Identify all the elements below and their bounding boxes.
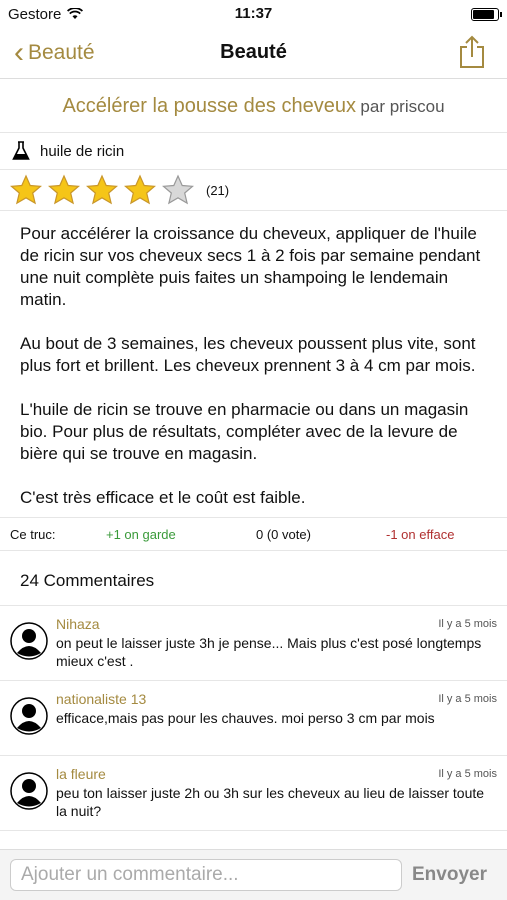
avatar-icon — [10, 622, 48, 660]
comment-time: Il y a 5 mois — [438, 618, 497, 630]
star-filled-icon[interactable] — [10, 174, 42, 206]
tip-body: Pour accélérer la croissance du cheveux,… — [0, 211, 507, 517]
status-bar: Gestore 11:37 — [0, 0, 507, 28]
tip-paragraph: C'est très efficace et le coût est faibl… — [20, 488, 306, 507]
star-rating[interactable] — [10, 174, 200, 206]
battery-level — [473, 9, 494, 19]
comment-text: efficace,mais pas pour les chauves. moi … — [56, 710, 435, 726]
comment-content: Nihaza Il y a 5 mois on peut le laisser … — [56, 616, 497, 670]
star-filled-icon[interactable] — [48, 174, 80, 206]
rating-count: (21) — [206, 182, 230, 198]
vote-keep-button[interactable]: +1 on garde — [106, 527, 256, 542]
comment-content: nationaliste 13 Il y a 5 mois efficace,m… — [56, 691, 497, 745]
tip-title: Accélérer la pousse des cheveux — [62, 95, 356, 117]
comment-time: Il y a 5 mois — [438, 693, 497, 705]
chevron-left-icon: ‹ — [14, 36, 24, 69]
share-icon[interactable] — [457, 35, 487, 69]
comment-content: la fleure Il y a 5 mois peu ton laisser … — [56, 766, 497, 820]
comment-author[interactable]: la fleure — [56, 766, 497, 782]
comment-author[interactable]: nationaliste 13 — [56, 691, 497, 707]
comment-input[interactable] — [10, 859, 402, 891]
vote-row: Ce truc: +1 on garde 0 (0 vote) -1 on ef… — [0, 517, 507, 551]
rating-row[interactable]: (21) — [0, 170, 507, 211]
comment-author[interactable]: Nihaza — [56, 616, 497, 632]
tip-author: par priscou — [360, 97, 445, 116]
comment-text: on peut le laisser juste 3h je pense... … — [56, 635, 482, 669]
tip-paragraph: L'huile de ricin se trouve en pharmacie … — [20, 400, 469, 463]
tip-title-row: Accélérer la pousse des cheveux par pris… — [0, 79, 507, 133]
ingredient-row: huile de ricin — [0, 133, 507, 170]
ingredient-label: huile de ricin — [40, 142, 125, 160]
nav-bar: ‹ Beauté Beauté — [0, 28, 507, 79]
back-button[interactable]: ‹ Beauté — [14, 38, 95, 68]
vote-count: 0 (0 vote) — [256, 526, 311, 542]
send-button[interactable]: Envoyer — [412, 864, 487, 886]
flask-icon — [12, 141, 30, 160]
tip-paragraph: Pour accélérer la croissance du cheveux,… — [20, 224, 481, 309]
comment-item[interactable]: nationaliste 13 Il y a 5 mois efficace,m… — [0, 681, 507, 756]
comments-header: 24 Commentaires — [0, 551, 507, 606]
comment-list: Nihaza Il y a 5 mois on peut le laisser … — [0, 606, 507, 831]
comment-time: Il y a 5 mois — [438, 768, 497, 780]
battery-icon — [471, 7, 502, 21]
star-empty-icon[interactable] — [162, 174, 194, 206]
tip-paragraph: Au bout de 3 semaines, les cheveux pouss… — [20, 334, 476, 375]
vote-label: Ce truc: — [10, 526, 56, 542]
comment-item[interactable]: la fleure Il y a 5 mois peu ton laisser … — [0, 756, 507, 831]
comment-text: peu ton laisser juste 2h ou 3h sur les c… — [56, 785, 485, 819]
wifi-icon — [67, 8, 84, 19]
carrier-label: Gestore — [8, 5, 62, 23]
star-filled-icon[interactable] — [86, 174, 118, 206]
avatar-icon — [10, 772, 48, 810]
comment-composer: Envoyer — [0, 849, 507, 900]
back-label: Beauté — [28, 41, 95, 64]
star-filled-icon[interactable] — [124, 174, 156, 206]
avatar-icon — [10, 697, 48, 735]
vote-remove-button[interactable]: -1 on efface — [386, 527, 454, 542]
status-left: Gestore — [8, 5, 84, 23]
comment-item[interactable]: Nihaza Il y a 5 mois on peut le laisser … — [0, 606, 507, 681]
